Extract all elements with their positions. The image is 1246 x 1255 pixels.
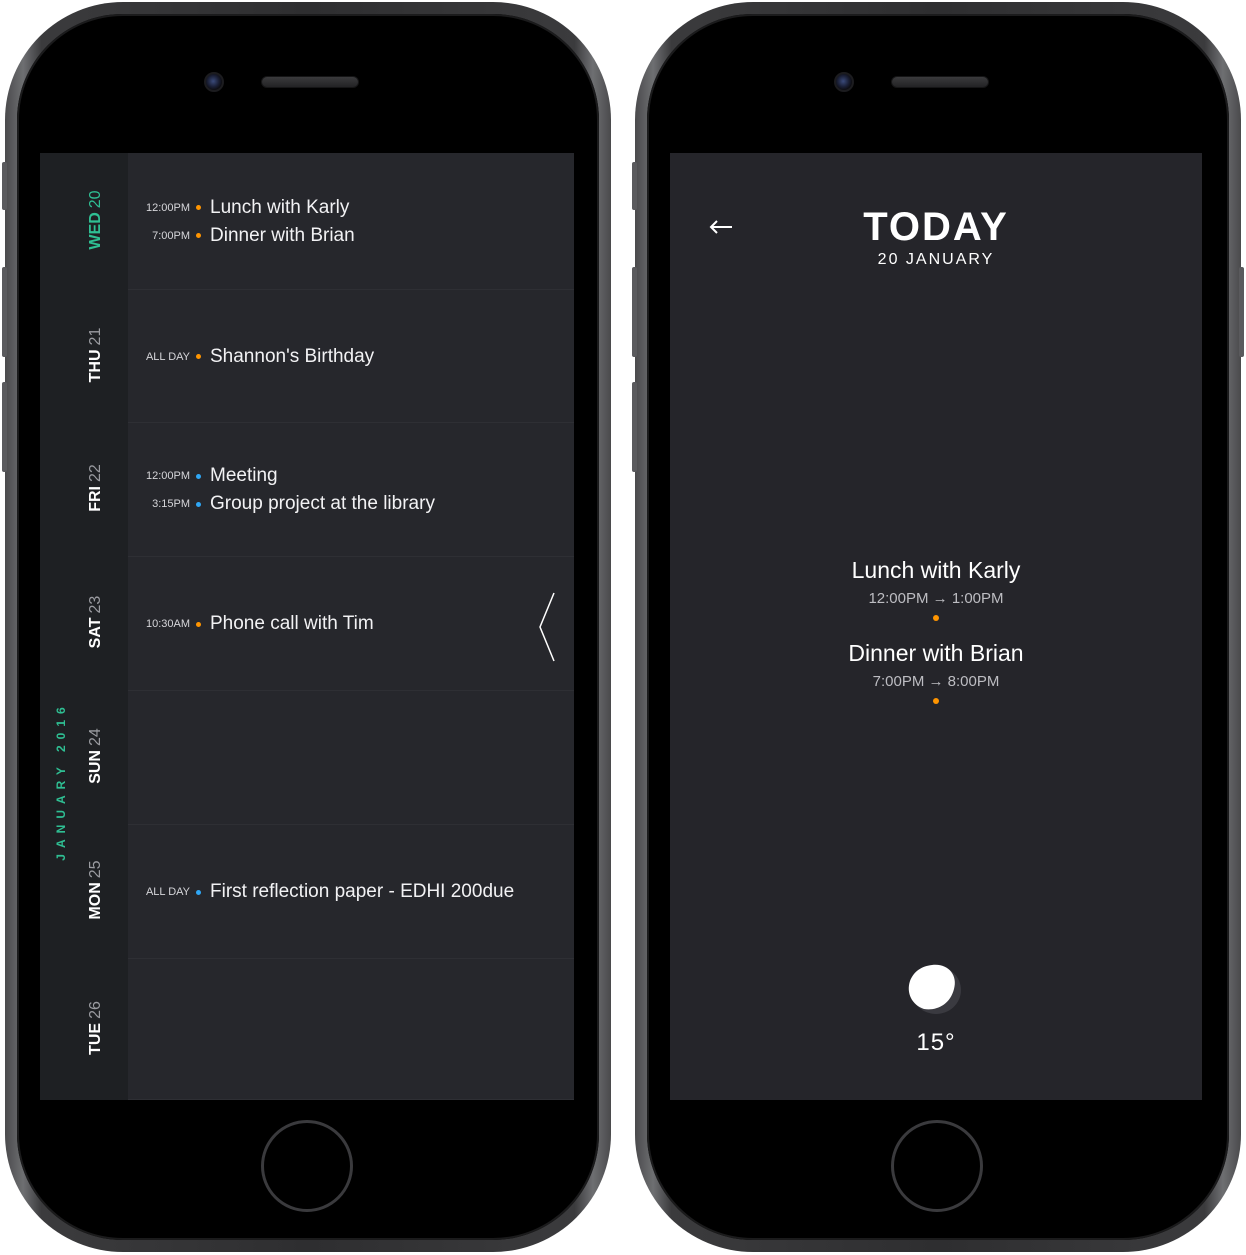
volume-down-button (2, 382, 7, 472)
day-row[interactable]: 12:00PM Meeting 3:15PM Group project at the… (128, 423, 574, 557)
event-color-dot (933, 698, 939, 704)
event-item[interactable]: ALL DAY First reflection paper - EDHI 200… (128, 880, 514, 904)
event-item[interactable]: 7:00PM Dinner with Brian (128, 224, 355, 248)
temperature: 15° (916, 1029, 956, 1056)
event-title: Meeting (210, 465, 278, 486)
page-title: TODAY (863, 205, 1009, 249)
detail-event-title: Dinner with Brian (848, 640, 1024, 666)
event-item[interactable]: ALL DAY Shannon's Birthday (128, 345, 374, 369)
event-item[interactable]: 12:00PM Lunch with Karly (128, 196, 349, 220)
event-title: Lunch with Karly (210, 196, 350, 218)
volume-up-button (2, 267, 7, 357)
day-number: 22 (87, 464, 104, 483)
mute-switch (2, 162, 7, 210)
event-time: 3:15PM (152, 498, 190, 510)
event-time: ALL DAY (145, 350, 190, 363)
day-label[interactable]: MON 25 (84, 840, 108, 940)
event-time: 10:30AM (145, 618, 190, 630)
event-title: Shannon's Birthday (210, 345, 375, 367)
volume-down-button-right (632, 382, 637, 472)
earpiece-speaker (891, 76, 989, 88)
today-screen: TODAY 20 JANUARY Lunch with Karly 12:00P… (670, 153, 1202, 1100)
moon-icon (908, 964, 961, 1014)
power-button (1239, 267, 1244, 357)
event-color-dot (196, 501, 201, 507)
event-color-dot (196, 354, 201, 359)
day-of-week: THU (87, 348, 104, 382)
event-title: First reflection paper - EDHI 200due (210, 881, 515, 902)
volume-up-button-right (632, 267, 637, 357)
event-color-dot (196, 205, 201, 210)
mute-switch-right (632, 162, 637, 210)
day-row[interactable]: 10:30AM Phone call with Tim (128, 557, 574, 691)
event-color-dot (196, 889, 201, 895)
right-phone: TODAY 20 JANUARY Lunch with Karly 12:00P… (632, 2, 1244, 1252)
day-row[interactable] (128, 959, 574, 1100)
day-row[interactable] (128, 691, 574, 825)
home-button[interactable] (891, 1120, 983, 1212)
day-row[interactable]: 12:00PM Lunch with Karly 7:00PM Dinner with… (128, 153, 574, 290)
day-number: 21 (87, 327, 104, 345)
left-phone: 12:00PM Lunch with Karly 7:00PM Dinner with… (2, 2, 611, 1252)
event-time: 12:00PM (145, 201, 190, 214)
day-of-week: MON (87, 882, 104, 920)
day-number: 25 (87, 860, 104, 879)
month-label: JANUARY 2016 (54, 701, 68, 861)
phone-bezel-right: TODAY 20 JANUARY Lunch with Karly 12:00P… (647, 14, 1229, 1240)
day-label[interactable]: WED 20 (84, 170, 108, 270)
detail-event-title: Lunch with Karly (851, 557, 1021, 583)
calendar-screen: 12:00PM Lunch with Karly 7:00PM Dinner with… (40, 153, 574, 1100)
event-color-dot (196, 233, 201, 238)
earpiece-speaker (261, 76, 359, 88)
chevron-left-icon[interactable] (536, 591, 558, 663)
day-row[interactable]: ALL DAY Shannon's Birthday (128, 290, 574, 423)
front-camera-icon (834, 72, 854, 92)
page-subtitle-date: 20 JANUARY (877, 251, 995, 268)
day-label[interactable]: TUE 26 (84, 978, 108, 1078)
home-button[interactable] (261, 1120, 353, 1212)
day-number: 23 (87, 595, 104, 614)
event-color-dot (196, 621, 201, 627)
day-label[interactable]: FRI 22 (84, 438, 108, 538)
event-color-dot (196, 473, 201, 479)
event-title: Phone call with Tim (210, 613, 374, 634)
detail-event-time: 12:00PM → 1:00PM (868, 590, 1004, 607)
day-label[interactable]: SAT 23 (84, 572, 108, 672)
event-title: Group project at the library (210, 493, 435, 514)
event-time: 7:00PM (152, 229, 190, 242)
day-label[interactable]: THU 21 (84, 305, 108, 405)
detail-event[interactable]: Dinner with Brian 7:00PM → 8:00PM (670, 640, 1202, 704)
event-time: 12:00PM (145, 470, 190, 482)
phone-bezel: 12:00PM Lunch with Karly 7:00PM Dinner with… (17, 14, 599, 1240)
event-time: ALL DAY (145, 886, 190, 898)
event-item[interactable]: 3:15PM Group project at the library (128, 492, 435, 516)
event-title: Dinner with Brian (210, 224, 355, 246)
day-label[interactable]: SUN 24 (84, 706, 108, 806)
day-of-week: SAT (87, 617, 104, 649)
detail-event[interactable]: Lunch with Karly 12:00PM → 1:00PM (670, 557, 1202, 621)
day-of-week: WED (87, 211, 104, 250)
day-of-week: SUN (87, 750, 104, 784)
event-color-dot (933, 615, 939, 621)
detail-event-time: 7:00PM → 8:00PM (872, 673, 1000, 690)
day-number: 26 (87, 1000, 104, 1019)
day-of-week: TUE (87, 1022, 104, 1055)
event-item[interactable]: 12:00PM Meeting (128, 464, 278, 488)
front-camera-icon (204, 72, 224, 92)
day-number: 20 (87, 189, 104, 208)
day-of-week: FRI (87, 486, 104, 512)
event-item[interactable]: 10:30AM Phone call with Tim (128, 612, 374, 636)
day-number: 24 (87, 728, 104, 747)
day-row[interactable]: ALL DAY First reflection paper - EDHI 200… (128, 825, 574, 959)
